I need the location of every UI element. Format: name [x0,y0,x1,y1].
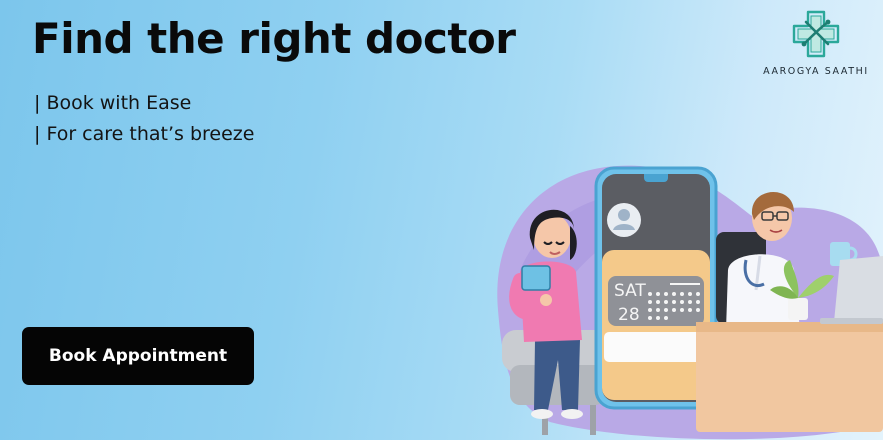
book-appointment-button[interactable]: Book Appointment [22,327,254,385]
brand-logo: AAROGYA SAATHI [756,8,876,80]
phone-input-bar [604,332,708,362]
calendar-day: SAT [614,281,646,301]
promo-banner: Find the right doctor | Book with Ease |… [0,0,883,440]
calendar-date: 28 [618,305,640,325]
doctor-patient-illustration: SAT 28 [497,165,883,440]
tagline-care-breeze: | For care that’s breeze [34,123,255,145]
brand-name: AAROGYA SAATHI [763,66,869,77]
headline: Find the right doctor [32,14,516,63]
medical-cross-logo-icon [792,10,840,58]
tagline-book-with-ease: | Book with Ease [34,92,192,114]
taglines: | Book with Ease | For care that’s breez… [34,88,254,150]
